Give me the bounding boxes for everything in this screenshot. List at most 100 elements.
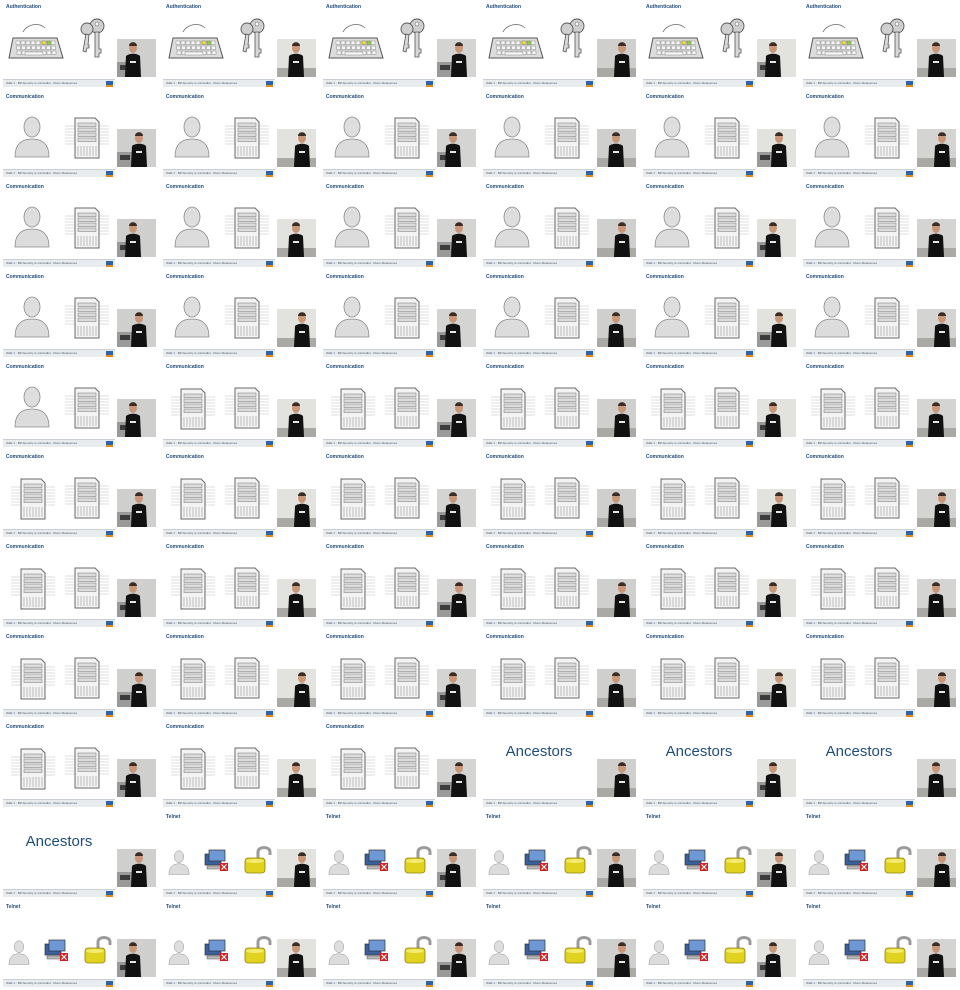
slide-thumbnail[interactable]: Communication Walk 1 · Bill Security is m… [0, 630, 160, 720]
slide-thumbnail[interactable]: Communication Walk 1 · Bill Security is m… [160, 90, 320, 180]
slide-thumbnail[interactable]: Telnet Walk 1 · Bill Security is minimali… [160, 810, 320, 900]
slide-thumbnail[interactable]: Communication Walk 1 · Bill Security is m… [0, 720, 160, 810]
slide-thumbnail[interactable]: Communication Walk 1 · Bill Security is m… [160, 360, 320, 450]
slide-title: Communication [806, 454, 844, 460]
slide-thumbnail[interactable]: Communication Walk 1 · Bill Security is m… [480, 630, 640, 720]
slide-title: Communication [646, 364, 684, 370]
footer-text: Walk 1 · Bill Security is minimalist · M… [166, 621, 238, 625]
slide-thumbnail[interactable]: Authentication Walk 1 · Bill Security is … [160, 0, 320, 90]
slide-thumbnail[interactable]: Communication Walk 1 · Bill Security is m… [640, 180, 800, 270]
footer-text: Walk 1 · Bill Security is minimalist · M… [646, 801, 718, 805]
slide-canvas: Communication Walk 1 · Bill Security is m… [803, 92, 915, 177]
slide-thumbnail[interactable]: Communication Walk 1 · Bill Security is m… [800, 90, 960, 180]
speaker-figure [917, 219, 956, 257]
slide-thumbnail[interactable]: Ancestors Walk 1 · Bill Security is minim… [800, 720, 960, 810]
slide-thumbnail[interactable]: Communication Walk 1 · Bill Security is m… [0, 540, 160, 630]
slide-thumbnail[interactable]: Communication Walk 1 · Bill Security is m… [640, 450, 800, 540]
slide-thumbnail[interactable]: Communication Walk 1 · Bill Security is m… [160, 540, 320, 630]
slide-thumbnail[interactable]: Communication Walk 1 · Bill Security is m… [160, 450, 320, 540]
slide-thumbnail[interactable]: Communication Walk 1 · Bill Security is m… [160, 630, 320, 720]
slide-thumbnail[interactable]: Telnet Walk 1 · Bill Security is minimali… [320, 900, 480, 990]
slide-thumbnail[interactable]: Ancestors Walk 1 · Bill Security is minim… [0, 810, 160, 900]
slide-thumbnail[interactable]: Communication Walk 1 · Bill Security is m… [320, 720, 480, 810]
slide-thumbnail[interactable]: Telnet Walk 1 · Bill Security is minimali… [480, 810, 640, 900]
slide-thumbnail[interactable]: Ancestors Walk 1 · Bill Security is minim… [640, 720, 800, 810]
slide-footer: Walk 1 · Bill Security is minimalist · M… [323, 529, 435, 537]
slide-thumbnail[interactable]: Communication Walk 1 · Bill Security is m… [640, 360, 800, 450]
slide-thumbnail[interactable]: Communication Walk 1 · Bill Security is m… [480, 180, 640, 270]
slide-thumbnail[interactable]: Authentication Walk 1 · Bill Security is … [640, 0, 800, 90]
speaker-video-frame [277, 309, 316, 347]
server-icon [225, 654, 269, 705]
slide-thumbnail[interactable]: Telnet Walk 1 · Bill Security is minimali… [640, 810, 800, 900]
footer-text: Walk 1 · Bill Security is minimalist · M… [806, 891, 878, 895]
footer-text: Walk 1 · Bill Security is minimalist · M… [166, 441, 238, 445]
user-icon [12, 114, 52, 163]
slide-thumbnail[interactable]: Communication Walk 1 · Bill Security is m… [0, 180, 160, 270]
server-icon [651, 655, 695, 706]
slide-thumbnail[interactable]: Communication Walk 1 · Bill Security is m… [800, 630, 960, 720]
slide-thumbnail[interactable]: Communication Walk 1 · Bill Security is m… [160, 180, 320, 270]
slide-thumbnail[interactable]: Communication Walk 1 · Bill Security is m… [640, 540, 800, 630]
slide-footer: Walk 1 · Bill Security is minimalist · M… [323, 799, 435, 807]
slide-thumbnail[interactable]: Authentication Walk 1 · Bill Security is … [800, 0, 960, 90]
slide-thumbnail[interactable]: Communication Walk 1 · Bill Security is m… [800, 180, 960, 270]
slide-thumbnail[interactable]: Communication Walk 1 · Bill Security is m… [320, 540, 480, 630]
server-icon [225, 744, 269, 795]
server-icon [171, 385, 215, 436]
slide-thumbnail[interactable]: Communication Walk 1 · Bill Security is m… [320, 360, 480, 450]
slide-thumbnail[interactable]: Telnet Walk 1 · Bill Security is minimali… [800, 810, 960, 900]
slide-thumbnail[interactable]: Communication Walk 1 · Bill Security is m… [0, 360, 160, 450]
slide-thumbnail[interactable]: Communication Walk 1 · Bill Security is m… [320, 90, 480, 180]
slide-thumbnail[interactable]: Communication Walk 1 · Bill Security is m… [0, 450, 160, 540]
slide-title: Communication [6, 364, 44, 370]
speaker-video-frame [757, 39, 796, 77]
slide-thumbnail[interactable]: Communication Walk 1 · Bill Security is m… [480, 90, 640, 180]
slide-thumbnail[interactable]: Telnet Walk 1 · Bill Security is minimali… [640, 900, 800, 990]
server-icon [385, 294, 429, 345]
footer-text: Walk 1 · Bill Security is minimalist · M… [806, 171, 878, 175]
server-icon [65, 204, 109, 255]
slide-canvas: Communication Walk 1 · Bill Security is m… [3, 92, 115, 177]
slide-thumbnail[interactable]: Communication Walk 1 · Bill Security is m… [480, 450, 640, 540]
slide-thumbnail[interactable]: Communication Walk 1 · Bill Security is m… [800, 360, 960, 450]
user-icon [12, 294, 52, 343]
slide-thumbnail[interactable]: Communication Walk 1 · Bill Security is m… [800, 540, 960, 630]
slide-thumbnail[interactable]: Communication Walk 1 · Bill Security is m… [320, 270, 480, 360]
slide-thumbnail[interactable]: Communication Walk 1 · Bill Security is m… [800, 270, 960, 360]
slide-thumbnail[interactable]: Telnet Walk 1 · Bill Security is minimali… [0, 900, 160, 990]
speaker-video-frame [117, 489, 156, 527]
slide-thumbnail[interactable]: Communication Walk 1 · Bill Security is m… [320, 630, 480, 720]
slide-thumbnail[interactable]: Telnet Walk 1 · Bill Security is minimali… [160, 900, 320, 990]
slide-thumbnail[interactable]: Communication Walk 1 · Bill Security is m… [0, 90, 160, 180]
slide-thumbnail[interactable]: Authentication Walk 1 · Bill Security is … [480, 0, 640, 90]
slide-thumbnail[interactable]: Communication Walk 1 · Bill Security is m… [160, 270, 320, 360]
slide-thumbnail[interactable]: Telnet Walk 1 · Bill Security is minimali… [800, 900, 960, 990]
slide-thumbnail[interactable]: Authentication Walk 1 · Bill Security is … [320, 0, 480, 90]
user-icon [332, 294, 372, 343]
server-icon [331, 745, 375, 796]
slide-thumbnail[interactable]: Communication Walk 1 · Bill Security is m… [0, 270, 160, 360]
slide-thumbnail[interactable]: Communication Walk 1 · Bill Security is m… [640, 630, 800, 720]
slide-thumbnail[interactable]: Communication Walk 1 · Bill Security is m… [480, 360, 640, 450]
server-icon [11, 565, 55, 616]
user-icon [807, 939, 831, 970]
speaker-video-frame [437, 669, 476, 707]
slide-thumbnail[interactable]: Communication Walk 1 · Bill Security is m… [480, 540, 640, 630]
slide-thumbnail[interactable]: Telnet Walk 1 · Bill Security is minimali… [320, 810, 480, 900]
slide-thumbnail[interactable]: Communication Walk 1 · Bill Security is m… [320, 450, 480, 540]
slide-thumbnail[interactable]: Telnet Walk 1 · Bill Security is minimali… [480, 900, 640, 990]
slide-thumbnail[interactable]: Communication Walk 1 · Bill Security is m… [160, 720, 320, 810]
conference-logo-icon [906, 621, 913, 627]
slide-thumbnail[interactable]: Communication Walk 1 · Bill Security is m… [800, 450, 960, 540]
slide-thumbnail[interactable]: Communication Walk 1 · Bill Security is m… [640, 90, 800, 180]
slide-thumbnail[interactable]: Communication Walk 1 · Bill Security is m… [320, 180, 480, 270]
keyboard-icon [487, 22, 545, 71]
slide-thumbnail[interactable]: Ancestors Walk 1 · Bill Security is minim… [480, 720, 640, 810]
slide-title: Communication [806, 94, 844, 100]
speaker-video-frame [757, 849, 796, 887]
slide-thumbnail[interactable]: Authentication Walk 1 · Bill Security is … [0, 0, 160, 90]
slide-thumbnail[interactable]: Communication Walk 1 · Bill Security is m… [480, 270, 640, 360]
slide-thumbnail[interactable]: Communication Walk 1 · Bill Security is m… [640, 270, 800, 360]
slide-canvas: Communication Walk 1 · Bill Security is m… [3, 362, 115, 447]
